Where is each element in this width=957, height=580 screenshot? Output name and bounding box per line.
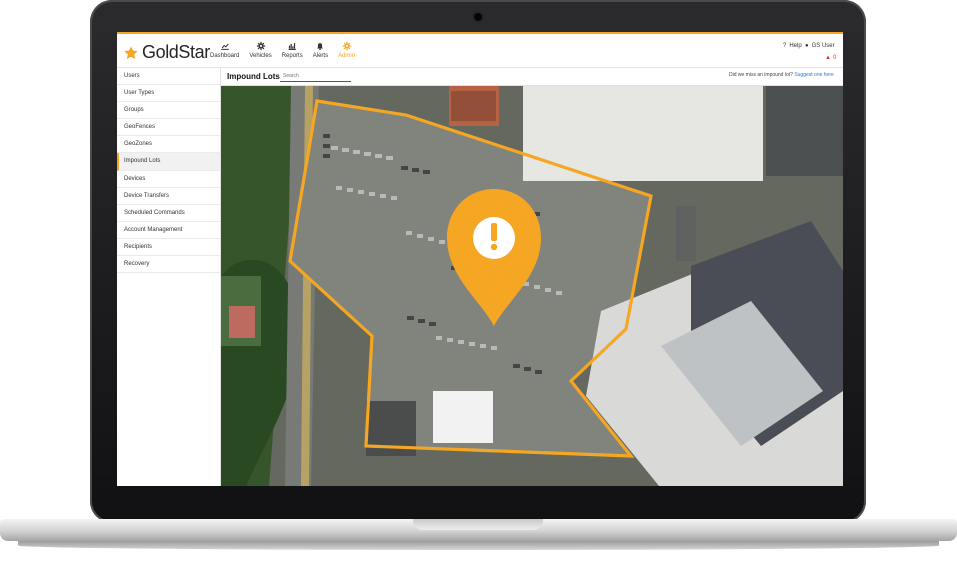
nav-reports[interactable]: Reports (282, 41, 303, 59)
page-title: Impound Lots (227, 72, 280, 81)
suggest-link[interactable]: Suggest one here (794, 72, 833, 78)
help-icon: ? (783, 43, 787, 49)
webcam-icon (474, 13, 482, 21)
sidebar-item-scheduled-commands[interactable]: Scheduled Commands (117, 205, 220, 222)
user-icon: ● (805, 43, 809, 49)
laptop-underside (18, 541, 939, 550)
sidebar-item-user-types[interactable]: User Types (117, 85, 220, 103)
sidebar-item-account-management[interactable]: Account Management (117, 222, 220, 239)
suggest-text: Did we miss an impound lot? Suggest one … (729, 72, 834, 78)
nav-admin[interactable]: Admin (338, 41, 355, 59)
user-name: GS User (811, 43, 835, 49)
sidebar-item-users[interactable]: Users (117, 68, 220, 86)
bar-chart-icon (288, 43, 296, 50)
nav-dashboard[interactable]: Dashboard (210, 41, 239, 59)
gear-icon (342, 41, 351, 51)
warning-icon: ▲ (825, 55, 831, 61)
bell-icon (317, 43, 324, 51)
search-input[interactable] (280, 71, 351, 82)
alert-count: 0 (832, 55, 837, 61)
sidebar-item-impound-lots[interactable]: Impound Lots (117, 153, 220, 171)
sidebar-item-geofences[interactable]: GeoFences (117, 119, 220, 137)
nav-alerts[interactable]: Alerts (313, 41, 328, 59)
sidebar-item-recipients[interactable]: Recipients (117, 239, 220, 257)
satellite-map[interactable] (221, 86, 843, 486)
map-canvas[interactable] (221, 86, 843, 486)
sidebar-item-geozones[interactable]: GeoZones (117, 136, 220, 154)
laptop-notch (413, 519, 543, 530)
nav-label: Admin (338, 53, 356, 59)
nav-label: Vehicles (249, 53, 272, 59)
content-header: Impound Lots Did we miss an impound lot?… (221, 68, 843, 86)
nav-vehicles[interactable]: Vehicles (249, 41, 272, 59)
chart-icon (220, 43, 229, 50)
brand-name: GoldStar (142, 42, 210, 62)
nav-label: Alerts (312, 53, 329, 59)
app-header: GoldStar Dashboard Vehicles Reports Aler… (117, 32, 843, 68)
sidebar: Users User Types Groups GeoFences GeoZon… (117, 68, 221, 486)
sidebar-item-groups[interactable]: Groups (117, 102, 220, 120)
app-screen: GoldStar Dashboard Vehicles Reports Aler… (117, 32, 843, 486)
sidebar-item-devices[interactable]: Devices (117, 171, 220, 188)
sidebar-item-device-transfers[interactable]: Device Transfers (117, 188, 220, 205)
nav-label: Reports (281, 53, 303, 59)
alert-indicator[interactable]: ▲ 0 (825, 55, 836, 61)
help-link[interactable]: ? Help (783, 43, 802, 49)
main-nav: Dashboard Vehicles Reports Alerts Admin (210, 41, 355, 59)
star-logo-icon (124, 45, 138, 59)
user-menu[interactable]: ● GS User (805, 43, 835, 49)
help-label: Help (789, 43, 802, 49)
nav-label: Dashboard (210, 53, 240, 59)
logo[interactable]: GoldStar (123, 42, 210, 63)
suggest-prompt: Did we miss an impound lot? (729, 72, 793, 78)
sidebar-item-recovery[interactable]: Recovery (117, 256, 220, 274)
gear-icon (256, 41, 265, 51)
